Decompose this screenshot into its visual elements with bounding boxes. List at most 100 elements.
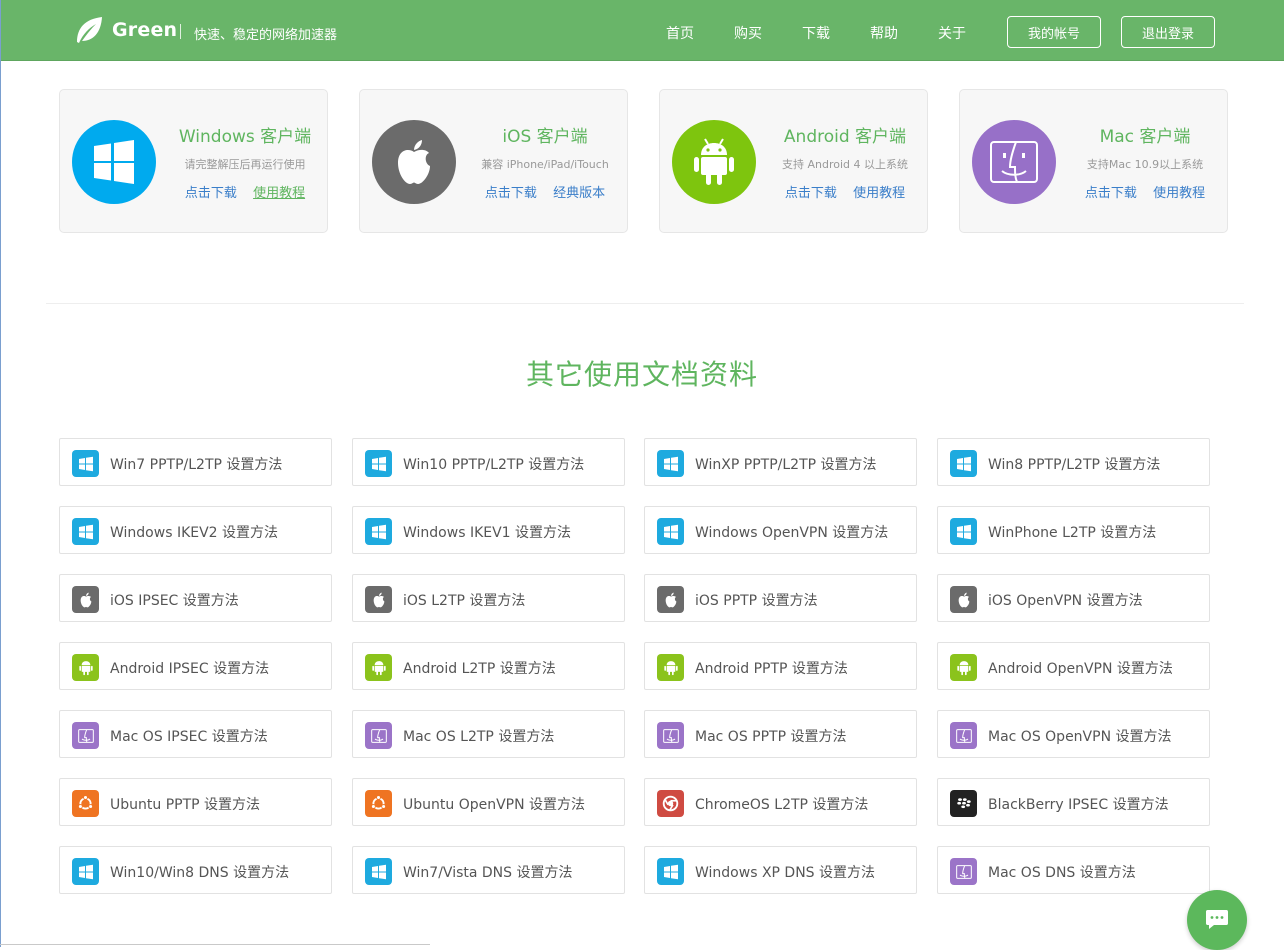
apple-icon	[372, 120, 456, 204]
doc-link-label: Android L2TP 设置方法	[403, 661, 556, 677]
nav-home[interactable]: 首页	[666, 23, 694, 43]
doc-link-label: iOS PPTP 设置方法	[695, 593, 818, 609]
tutorial-link[interactable]: 使用教程	[1153, 186, 1205, 201]
doc-link-item[interactable]: Android L2TP 设置方法	[352, 642, 625, 690]
classic-version-link[interactable]: 经典版本	[553, 186, 605, 201]
doc-link-label: iOS IPSEC 设置方法	[110, 593, 239, 609]
windows-icon	[657, 518, 684, 545]
section-divider	[46, 303, 1244, 304]
tutorial-link[interactable]: 使用教程	[253, 186, 305, 201]
doc-link-item[interactable]: Mac OS PPTP 设置方法	[644, 710, 917, 758]
doc-link-label: Win10/Win8 DNS 设置方法	[110, 865, 290, 881]
doc-link-item[interactable]: Win10/Win8 DNS 设置方法	[59, 846, 332, 894]
windows-icon	[72, 518, 99, 545]
windows-icon	[657, 858, 684, 885]
android-icon	[672, 120, 756, 204]
tutorial-link[interactable]: 使用教程	[853, 186, 905, 201]
client-card-ios: iOS 客户端 兼容 iPhone/iPad/iTouch 点击下载 经典版本	[359, 89, 628, 233]
top-header: Green 快速、稳定的网络加速器 首页 购买 下载 帮助 关于 我的帐号 退出…	[1, 0, 1284, 61]
doc-link-label: Mac OS PPTP 设置方法	[695, 729, 847, 745]
chrome-icon	[657, 790, 684, 817]
doc-link-item[interactable]: WinPhone L2TP 设置方法	[937, 506, 1210, 554]
windows-icon	[72, 450, 99, 477]
doc-link-item[interactable]: Windows IKEV2 设置方法	[59, 506, 332, 554]
card-title: Windows 客户端	[178, 127, 312, 147]
leaf-logo-icon[interactable]	[73, 14, 105, 46]
android-icon	[950, 654, 977, 681]
doc-link-item[interactable]: iOS OpenVPN 设置方法	[937, 574, 1210, 622]
finder-icon	[950, 722, 977, 749]
docs-section-title: 其它使用文档资料	[525, 358, 758, 391]
doc-link-item[interactable]: iOS PPTP 设置方法	[644, 574, 917, 622]
doc-link-label: Windows IKEV2 设置方法	[110, 525, 279, 541]
client-card-windows: Windows 客户端 请完整解压后再运行使用 点击下载 使用教程	[59, 89, 328, 233]
doc-link-item[interactable]: Mac OS IPSEC 设置方法	[59, 710, 332, 758]
card-subtitle: 请完整解压后再运行使用	[184, 158, 306, 171]
doc-link-item[interactable]: Ubuntu PPTP 设置方法	[59, 778, 332, 826]
android-icon	[365, 654, 392, 681]
doc-link-item[interactable]: ChromeOS L2TP 设置方法	[644, 778, 917, 826]
nav-download[interactable]: 下载	[802, 23, 830, 43]
blackberry-icon	[950, 790, 977, 817]
doc-link-item[interactable]: Mac OS DNS 设置方法	[937, 846, 1210, 894]
card-subtitle: 兼容 iPhone/iPad/iTouch	[481, 158, 609, 171]
doc-link-item[interactable]: Windows IKEV1 设置方法	[352, 506, 625, 554]
windows-icon	[365, 518, 392, 545]
brand-divider	[180, 24, 181, 39]
doc-link-label: BlackBerry IPSEC 设置方法	[988, 797, 1169, 813]
logout-button[interactable]: 退出登录	[1121, 16, 1215, 48]
doc-link-item[interactable]: WinXP PPTP/L2TP 设置方法	[644, 438, 917, 486]
android-icon	[72, 654, 99, 681]
finder-icon	[950, 858, 977, 885]
doc-link-label: WinXP PPTP/L2TP 设置方法	[695, 457, 877, 473]
doc-link-label: ChromeOS L2TP 设置方法	[695, 797, 869, 813]
card-title: iOS 客户端	[502, 127, 588, 147]
doc-link-label: Mac OS DNS 设置方法	[988, 865, 1136, 881]
apple-icon	[950, 586, 977, 613]
client-card-mac: Mac 客户端 支持Mac 10.9以上系统 点击下载 使用教程	[959, 89, 1228, 233]
doc-link-item[interactable]: Win7 PPTP/L2TP 设置方法	[59, 438, 332, 486]
brand-name[interactable]: Green	[112, 19, 177, 41]
ubuntu-icon	[72, 790, 99, 817]
doc-link-item[interactable]: iOS IPSEC 设置方法	[59, 574, 332, 622]
doc-link-item[interactable]: Win10 PPTP/L2TP 设置方法	[352, 438, 625, 486]
windows-icon	[72, 120, 156, 204]
horizontal-scrollbar-edge	[0, 944, 430, 945]
download-link[interactable]: 点击下载	[1085, 186, 1137, 201]
doc-link-item[interactable]: iOS L2TP 设置方法	[352, 574, 625, 622]
my-account-button[interactable]: 我的帐号	[1007, 16, 1101, 48]
doc-link-label: Windows IKEV1 设置方法	[403, 525, 572, 541]
windows-icon	[950, 450, 977, 477]
chat-button[interactable]	[1187, 890, 1247, 950]
doc-link-label: Win7 PPTP/L2TP 设置方法	[110, 457, 283, 473]
doc-link-item[interactable]: Android PPTP 设置方法	[644, 642, 917, 690]
windows-icon	[365, 450, 392, 477]
doc-link-item[interactable]: Mac OS L2TP 设置方法	[352, 710, 625, 758]
doc-link-label: Ubuntu PPTP 设置方法	[110, 797, 261, 813]
windows-icon	[950, 518, 977, 545]
doc-link-item[interactable]: Windows XP DNS 设置方法	[644, 846, 917, 894]
doc-link-item[interactable]: Ubuntu OpenVPN 设置方法	[352, 778, 625, 826]
nav-help[interactable]: 帮助	[870, 23, 898, 43]
doc-link-item[interactable]: Win7/Vista DNS 设置方法	[352, 846, 625, 894]
window-left-edge	[0, 0, 1, 947]
doc-link-item[interactable]: Android OpenVPN 设置方法	[937, 642, 1210, 690]
doc-link-item[interactable]: Windows OpenVPN 设置方法	[644, 506, 917, 554]
download-link[interactable]: 点击下载	[185, 186, 237, 201]
doc-link-label: Win8 PPTP/L2TP 设置方法	[988, 457, 1161, 473]
doc-link-label: Win7/Vista DNS 设置方法	[403, 865, 573, 881]
doc-link-item[interactable]: BlackBerry IPSEC 设置方法	[937, 778, 1210, 826]
doc-link-item[interactable]: Win8 PPTP/L2TP 设置方法	[937, 438, 1210, 486]
doc-link-label: Mac OS L2TP 设置方法	[403, 729, 555, 745]
download-link[interactable]: 点击下载	[785, 186, 837, 201]
card-subtitle: 支持Mac 10.9以上系统	[1086, 158, 1204, 171]
card-subtitle: 支持 Android 4 以上系统	[781, 158, 909, 171]
doc-link-item[interactable]: Android IPSEC 设置方法	[59, 642, 332, 690]
android-icon	[657, 654, 684, 681]
nav-about[interactable]: 关于	[938, 23, 966, 43]
apple-icon	[72, 586, 99, 613]
doc-link-item[interactable]: Mac OS OpenVPN 设置方法	[937, 710, 1210, 758]
doc-link-label: iOS L2TP 设置方法	[403, 593, 526, 609]
download-link[interactable]: 点击下载	[485, 186, 537, 201]
nav-buy[interactable]: 购买	[734, 23, 762, 43]
